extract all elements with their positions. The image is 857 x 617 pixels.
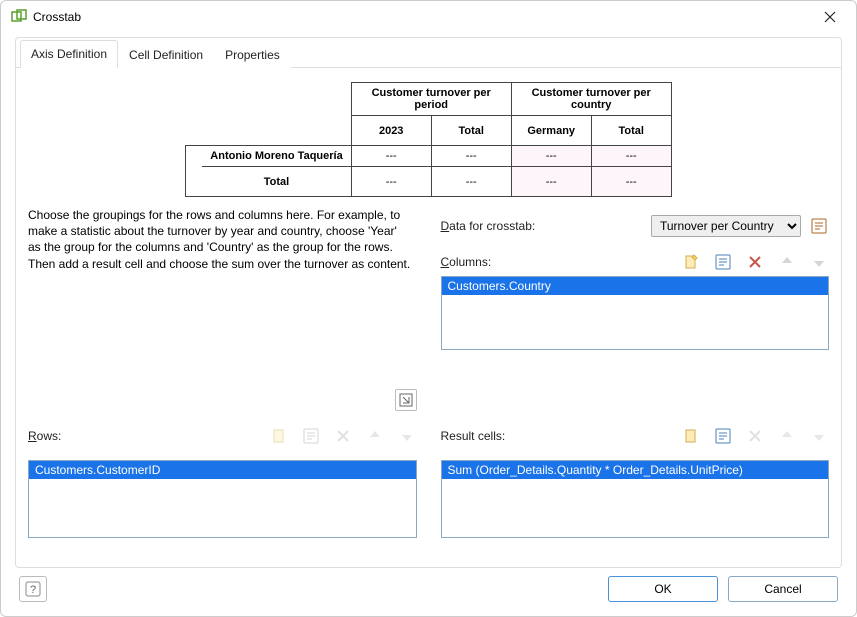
titlebar: Crosstab <box>1 1 856 33</box>
expand-preview-button[interactable] <box>395 389 417 411</box>
app-icon <box>11 9 27 25</box>
preview-row-total: Total <box>202 167 351 197</box>
help-button[interactable]: ? <box>19 576 47 602</box>
preview-col-total2: Total <box>591 116 671 146</box>
preview-col-germany: Germany <box>511 116 591 146</box>
tab-cell-definition[interactable]: Cell Definition <box>118 41 214 68</box>
move-up-icon[interactable] <box>777 426 797 446</box>
preview-cell: --- <box>351 146 431 167</box>
preview-cell: --- <box>591 167 671 197</box>
result-cells-list[interactable]: Sum (Order_Details.Quantity * Order_Deta… <box>441 460 830 538</box>
data-for-crosstab-row: Data for crosstab: Turnover per Country <box>441 207 830 246</box>
columns-list[interactable]: Customers.Country <box>441 276 830 350</box>
preview-row-customer: Antonio Moreno Taquería <box>202 146 351 167</box>
preview-cell: --- <box>351 167 431 197</box>
tab-properties[interactable]: Properties <box>214 41 291 68</box>
list-item[interactable]: Customers.CustomerID <box>29 461 416 479</box>
list-item[interactable]: Customers.Country <box>442 277 829 295</box>
new-icon[interactable] <box>681 426 701 446</box>
preview-cell: --- <box>511 167 591 197</box>
result-cells-label: Result cells: <box>441 429 506 443</box>
preview-colgroup-country: Customer turnover per country <box>511 83 671 116</box>
help-text: Choose the groupings for the rows and co… <box>28 207 417 367</box>
close-button[interactable] <box>814 3 846 31</box>
tab-content-axis: Customer turnover per period Customer tu… <box>16 68 841 567</box>
window-title: Crosstab <box>33 10 814 24</box>
ok-button[interactable]: OK <box>608 576 718 602</box>
tab-axis-definition[interactable]: Axis Definition <box>20 40 118 68</box>
rows-label: Rows: <box>28 429 61 443</box>
move-up-icon[interactable] <box>777 252 797 272</box>
columns-label: Columns: <box>441 255 492 269</box>
tabset: Axis Definition Cell Definition Properti… <box>15 37 842 568</box>
preview-cell: --- <box>511 146 591 167</box>
edit-icon[interactable] <box>713 426 733 446</box>
delete-icon[interactable] <box>333 426 353 446</box>
move-down-icon[interactable] <box>809 426 829 446</box>
move-down-icon[interactable] <box>809 252 829 272</box>
columns-toolbar <box>681 252 829 272</box>
dialog-footer: ? OK Cancel <box>15 568 842 602</box>
new-icon[interactable] <box>269 426 289 446</box>
preview-cell: --- <box>431 146 511 167</box>
tab-bar: Axis Definition Cell Definition Properti… <box>16 38 841 68</box>
preview-col-2023: 2023 <box>351 116 431 146</box>
preview-table: Customer turnover per period Customer tu… <box>185 82 671 197</box>
edit-icon[interactable] <box>713 252 733 272</box>
rows-list[interactable]: Customers.CustomerID <box>28 460 417 538</box>
new-icon[interactable] <box>681 252 701 272</box>
delete-icon[interactable] <box>745 426 765 446</box>
rows-toolbar <box>269 426 417 446</box>
crosstab-preview: Customer turnover per period Customer tu… <box>28 76 829 207</box>
list-item[interactable]: Sum (Order_Details.Quantity * Order_Deta… <box>442 461 829 479</box>
delete-icon[interactable] <box>745 252 765 272</box>
crosstab-dialog: Crosstab Axis Definition Cell Definition… <box>0 0 857 617</box>
svg-text:?: ? <box>30 584 36 596</box>
preview-col-total1: Total <box>431 116 511 146</box>
move-up-icon[interactable] <box>365 426 385 446</box>
edit-icon[interactable] <box>301 426 321 446</box>
data-for-crosstab-select[interactable]: Turnover per Country <box>651 215 801 237</box>
preview-cell: --- <box>431 167 511 197</box>
result-cells-toolbar <box>681 426 829 446</box>
cancel-button[interactable]: Cancel <box>728 576 838 602</box>
move-down-icon[interactable] <box>397 426 417 446</box>
properties-icon[interactable] <box>809 216 829 236</box>
data-for-crosstab-label: Data for crosstab: <box>441 219 536 233</box>
preview-cell: --- <box>591 146 671 167</box>
preview-colgroup-period: Customer turnover per period <box>351 83 511 116</box>
